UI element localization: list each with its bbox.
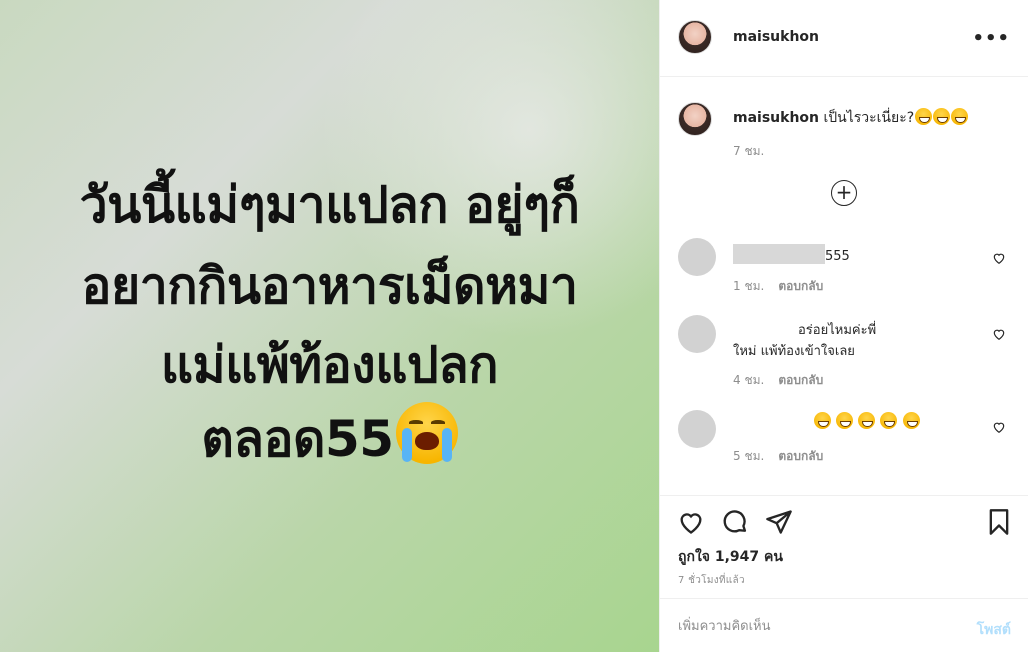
like-comment-heart-icon[interactable] — [992, 251, 1006, 265]
grinning-icon — [902, 412, 920, 429]
comment-time: 1 ชม. — [733, 279, 765, 293]
avatar[interactable] — [678, 238, 716, 276]
like-comment-heart-icon[interactable] — [992, 327, 1006, 341]
post-comment-button[interactable]: โพสต์ — [977, 619, 1011, 641]
post-image: วันนี้แม่ๆมาแปลก อยู่ๆก็ อยากกินอาหารเม็… — [0, 0, 659, 652]
comments-list[interactable]: maisukhon เป็นไรวะเนี่ยะ? 7 ชม. + 555 1 … — [660, 78, 1028, 494]
grinning-sweat-icon — [951, 108, 969, 125]
reply-button[interactable]: ตอบกลับ — [778, 373, 823, 387]
post-actions: ถูกใจ 1,947 คน 7 ชั่วโมงที่แล้ว — [660, 495, 1028, 598]
comment-meta: 5 ชม. ตอบกลับ — [733, 447, 823, 466]
redacted-username — [733, 244, 825, 264]
comment-bubble-icon[interactable] — [721, 508, 749, 536]
like-comment-heart-icon[interactable] — [992, 420, 1006, 434]
post-text-line-2: อยากกินอาหารเม็ดหมา — [81, 257, 578, 315]
comment-body: 555 — [825, 249, 850, 264]
likes-count[interactable]: ถูกใจ 1,947 คน — [678, 546, 783, 568]
avatar[interactable] — [678, 315, 716, 353]
grinning-icon — [880, 412, 898, 429]
caption-avatar[interactable] — [678, 102, 712, 136]
more-options-icon[interactable]: ••• — [972, 28, 1010, 49]
comment-text: 555 — [733, 244, 850, 264]
crying-face-icon — [933, 108, 951, 125]
grinning-icon — [858, 412, 876, 429]
reply-button[interactable]: ตอบกลับ — [778, 279, 823, 293]
load-more-comments-button[interactable]: + — [831, 180, 857, 206]
comment-emojis — [813, 412, 920, 430]
post-timestamp[interactable]: 7 ชั่วโมงที่แล้ว — [678, 573, 745, 588]
post-text-line-3: แม่แพ้ท้องแปลก — [160, 336, 499, 394]
post-text-line-4-text: ตลอด55 — [201, 410, 394, 468]
comment-meta: 1 ชม. ตอบกลับ — [733, 277, 823, 296]
comment-time: 5 ชม. — [733, 449, 765, 463]
caption-body: เป็นไรวะเนี่ยะ? — [823, 110, 915, 126]
comment-time: 4 ชม. — [733, 373, 765, 387]
comment-text-line-1: อร่อยไหมค่ะพี่ — [798, 323, 877, 338]
grinning-icon — [814, 412, 831, 429]
comment-text-line-2: ใหม่ แพ้ท้องเข้าใจเลย — [733, 344, 855, 359]
post-header: maisukhon ••• — [660, 0, 1028, 77]
comment-meta: 4 ชม. ตอบกลับ — [733, 371, 823, 390]
post-text-line-1: วันนี้แม่ๆมาแปลก อยู่ๆก็ — [79, 176, 580, 234]
caption-text: maisukhon เป็นไรวะเนี่ยะ? — [733, 107, 969, 129]
save-bookmark-icon[interactable] — [985, 508, 1013, 536]
reply-button[interactable]: ตอบกลับ — [778, 449, 823, 463]
share-paper-plane-icon[interactable] — [765, 508, 793, 536]
crying-face-icon — [395, 402, 458, 464]
post-sidebar: maisukhon ••• maisukhon เป็นไรวะเนี่ยะ? … — [659, 0, 1028, 652]
header-username[interactable]: maisukhon — [733, 29, 819, 45]
comment-input[interactable] — [678, 615, 938, 637]
add-comment-bar: โพสต์ — [660, 598, 1028, 652]
post-text-line-4: ตลอด55 — [0, 400, 659, 479]
like-heart-icon[interactable] — [677, 508, 705, 536]
grinning-icon — [836, 412, 854, 429]
caption-username[interactable]: maisukhon — [733, 110, 819, 126]
grinning-sweat-icon — [915, 108, 933, 125]
avatar[interactable] — [678, 410, 716, 448]
caption-time: 7 ชม. — [733, 144, 765, 158]
avatar[interactable] — [678, 20, 712, 54]
